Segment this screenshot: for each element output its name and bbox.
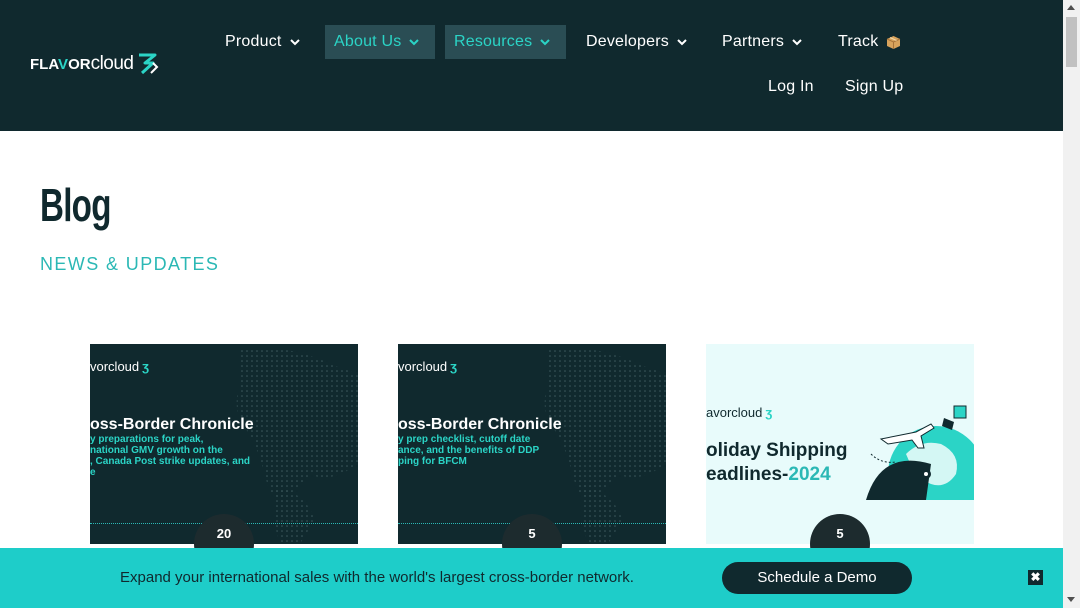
card-logo: avorcloud ʒ xyxy=(706,405,773,420)
page: FLAVORcloud Product About Us Resources D… xyxy=(0,0,1080,608)
nav-product-label: Product xyxy=(225,33,282,50)
nav-resources[interactable]: Resources xyxy=(445,25,566,59)
nav-resources-label: Resources xyxy=(454,33,533,50)
login-link[interactable]: Log In xyxy=(768,78,814,96)
chevron-down-icon xyxy=(409,38,420,45)
page-scrollbar[interactable] xyxy=(1063,0,1080,608)
logo-wordmark: FLAVORcloud xyxy=(30,53,134,74)
close-banner-button[interactable]: ✖ xyxy=(1028,570,1043,585)
nav-developers[interactable]: Developers xyxy=(576,25,696,59)
card-title: oss-Border Chronicle xyxy=(90,416,254,433)
logo-mark-icon xyxy=(139,53,159,75)
chevron-down-icon xyxy=(289,38,300,45)
nav-product[interactable]: Product xyxy=(215,25,315,59)
nav-partners-label: Partners xyxy=(722,33,785,50)
card-excerpt: y prep checklist, cutoff date ance, and … xyxy=(398,434,540,467)
page-subtitle: NEWS & UPDATES xyxy=(40,254,220,274)
nav-about-us[interactable]: About Us xyxy=(325,25,435,59)
chevron-down-icon xyxy=(540,38,550,45)
signup-link[interactable]: Sign Up xyxy=(845,78,903,96)
flavorcloud-logo[interactable]: FLAVORcloud xyxy=(30,52,159,76)
nav-track-label: Track xyxy=(838,33,879,50)
card-logo: vorcloud ʒ xyxy=(90,359,149,374)
nav-developers-label: Developers xyxy=(586,33,669,50)
scroll-thumb[interactable] xyxy=(1066,17,1077,67)
card-logo: vorcloud ʒ xyxy=(398,359,457,374)
card-title: oss-Border Chronicle xyxy=(398,416,562,433)
schedule-demo-button[interactable]: Schedule a Demo xyxy=(722,562,912,594)
page-title: Blog xyxy=(40,179,111,231)
nav-track[interactable]: Track xyxy=(828,25,918,59)
scroll-up-arrow-icon[interactable] xyxy=(1067,5,1075,10)
card-excerpt: y preparations for peak, national GMV gr… xyxy=(90,434,251,478)
chevron-down-icon xyxy=(792,38,802,45)
nav-partners[interactable]: Partners xyxy=(712,25,812,59)
package-icon xyxy=(887,35,901,49)
banner-text: Expand your international sales with the… xyxy=(120,569,634,586)
chevron-down-icon xyxy=(677,38,687,45)
site-header: FLAVORcloud Product About Us Resources D… xyxy=(0,0,1063,131)
nav-about-us-label: About Us xyxy=(334,33,402,50)
card-title: oliday Shipping eadlines-2024 xyxy=(706,440,848,485)
scroll-down-arrow-icon[interactable] xyxy=(1067,597,1075,602)
